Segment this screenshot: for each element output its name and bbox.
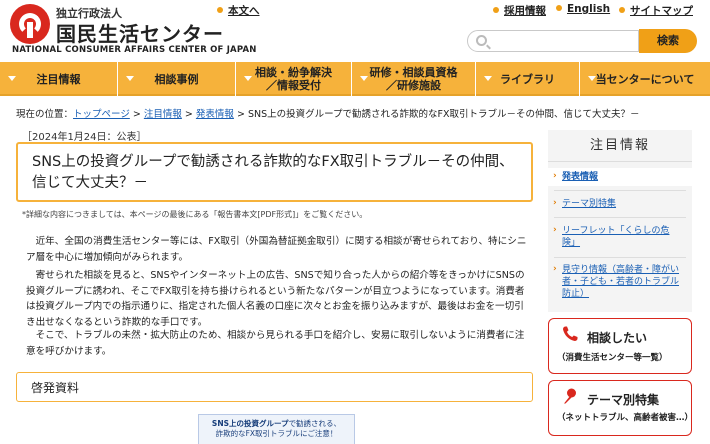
skip-to-content-link[interactable]: 本文へ [217,3,260,18]
section-heading: 啓発資料 [16,372,533,402]
body-paragraph: そこで、トラブルの未然・拡大防止のため、相談から見られる手口を紹介し、安易に取引… [26,330,525,357]
search-icon [476,35,487,46]
recruit-link-label: 採用情報 [504,5,546,17]
nav-item-label: 研修・相談員資格 ／研修施設 [369,66,458,92]
recruit-link[interactable]: 採用情報 [493,3,546,18]
nav-item-label: 相談事例 [154,72,199,86]
body-paragraph: 近年、全国の消費生活センター等には、FX取引（外国為替証拠金取引）に関する相談が… [26,236,527,263]
nav-item-featured[interactable]: 注目情報 [0,62,118,96]
breadcrumb-separator: > [132,109,141,120]
divider [554,190,686,191]
breadcrumb-link-top[interactable]: トップページ [73,109,130,120]
logo-icon[interactable] [10,4,50,44]
title-box: SNS上の投資グループで勧誘される詐欺的なFX取引トラブル－その仲間、信じて大丈… [16,142,533,202]
breadcrumb-current: SNS上の投資グループで勧誘される詐欺的なFX取引トラブル－その仲間、信じて大丈… [247,109,640,120]
bullet-icon [619,7,625,13]
thumb-rest: で勧誘される、 [288,419,342,428]
nav-item-label: 注目情報 [36,72,81,86]
bullet-icon [493,7,499,13]
sidebar-item-theme[interactable]: テーマ別特集 [548,197,692,210]
consult-banner[interactable]: 相談したい （消費生活センター等一覧） [548,318,692,374]
chevron-down-icon [484,76,492,81]
divider [554,257,686,258]
detail-note: *詳細な内容につきましては、本ページの最後にある「報告書本文[PDF形式]」をご… [22,210,368,219]
breadcrumb-separator: > [236,109,245,120]
sitemap-link[interactable]: サイトマップ [619,3,693,18]
org-name[interactable]: 国民生活センター [56,18,224,47]
sidebar-item-press[interactable]: 発表情報 [548,167,692,186]
chevron-down-icon [360,76,368,81]
nav-item-label: 相談・紛争解決 ／情報受付 [255,66,332,92]
nav-item-training[interactable]: 研修・相談員資格 ／研修施設 [352,62,476,96]
breadcrumb-prefix: 現在の位置： [16,109,74,120]
skip-link-label: 本文へ [228,5,260,17]
search-input[interactable] [492,33,632,49]
sidebar-heading: 注目情報 [548,130,692,162]
global-nav: 注目情報 相談事例 相談・紛争解決 ／情報受付 研修・相談員資格 ／研修施設 ラ… [0,62,710,96]
sitemap-link-label: サイトマップ [630,5,693,17]
body-paragraph: 寄せられた相談を見ると、SNSやインターネット上の広告、SNSで知り合った人から… [26,270,525,328]
english-link-label: English [567,3,611,15]
nav-item-library[interactable]: ライブラリ [476,62,580,96]
breadcrumb-separator: > [184,109,193,120]
search-box [467,30,639,52]
site-header: 独立行政法人 国民生活センター NATIONAL CONSUMER AFFAIR… [0,0,710,62]
breadcrumb: 現在の位置：トップページ > 注目情報 > 発表情報 > SNS上の投資グループ… [16,106,640,120]
leaflet-thumbnail[interactable]: SNS上の投資グループで勧誘される、 詐欺的なFX取引トラブルにご注意！ [198,414,355,444]
sidebar-item-leaflet[interactable]: リーフレット「くらしの危険」 [548,224,682,249]
breadcrumb-link-press[interactable]: 発表情報 [196,109,234,120]
breadcrumb-link-featured[interactable]: 注目情報 [144,109,182,120]
english-link[interactable]: English [556,3,610,15]
chevron-down-icon [244,76,252,81]
nav-item-consultation[interactable]: 相談・紛争解決 ／情報受付 [236,62,352,96]
theme-banner[interactable]: テーマ別特集 （ネットトラブル、高齢者被害…） [548,380,694,436]
page-title: SNS上の投資グループで勧誘される詐欺的なFX取引トラブル－その仲間、信じて大丈… [32,154,514,191]
search-button[interactable]: 検索 [639,29,697,53]
nav-item-about[interactable]: 当センターについて [580,62,710,96]
divider [554,217,686,218]
sidebar: 注目情報 発表情報 テーマ別特集 リーフレット「くらしの危険」 見守り情報（高齢… [548,130,692,312]
consult-banner-title: 相談したい [587,331,648,345]
bullet-icon [556,5,562,11]
chevron-down-icon [126,76,134,81]
org-name-en: NATIONAL CONSUMER AFFAIRS CENTER OF JAPA… [12,45,257,55]
consult-banner-sub: （消費生活センター等一覧） [557,353,668,363]
chevron-down-icon [588,76,596,81]
sidebar-item-watch[interactable]: 見守り情報（高齢者・障がい者・子ども・若者のトラブル防止） [548,263,686,300]
thumb-line2: 詐欺的なFX取引トラブルにご注意！ [215,429,338,438]
phone-icon [563,326,578,341]
pin-icon [564,388,576,404]
publish-date: ［2024年1月24日：公表］ [22,132,147,143]
chevron-down-icon [8,76,16,81]
nav-item-label: 当センターについて [595,72,695,86]
theme-banner-title: テーマ別特集 [587,393,660,407]
bullet-icon [217,7,223,13]
thumb-bold: SNS上の投資グループ [211,419,289,428]
nav-item-label: ライブラリ [500,72,555,86]
theme-banner-sub: （ネットトラブル、高齢者被害…） [557,413,694,423]
nav-item-cases[interactable]: 相談事例 [118,62,236,96]
